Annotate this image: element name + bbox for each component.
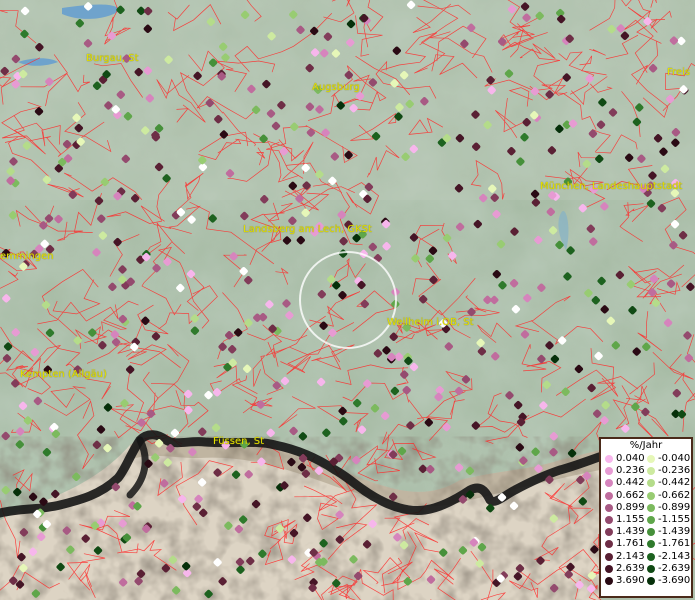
legend-row: 0.662 -0.662 (601, 490, 691, 502)
legend-swatch (605, 503, 613, 512)
legend-row: 3.690 -3.690 (601, 575, 691, 587)
legend-swatch (605, 576, 613, 585)
legend-swatch (605, 467, 613, 476)
legend-value: -1.439 (658, 526, 691, 538)
legend-swatch (605, 528, 613, 537)
legend-value: -1.155 (658, 513, 691, 525)
legend-swatch (605, 455, 613, 463)
legend-swatch (647, 564, 655, 573)
city-label-muenchen: München, Landeshauptstadt (540, 181, 683, 192)
legend-swatch (647, 528, 655, 537)
city-label-augsburg: Augsburg (312, 82, 360, 93)
legend-row: 0.236 -0.236 (601, 465, 691, 477)
legend-swatch (605, 540, 613, 549)
legend-swatch (605, 564, 613, 573)
legend-value: -1.761 (658, 538, 691, 550)
legend-swatch (647, 515, 655, 524)
city-label-burgau: Burgau, St (86, 53, 139, 64)
city-label-memmingen: emmingen (0, 251, 54, 262)
legend-swatch (647, 576, 655, 585)
legend-title: %/Jahr (629, 440, 663, 451)
legend-value: 0.662 (616, 489, 645, 501)
legend-value: -3.690 (658, 574, 691, 586)
legend-value: 0.236 (616, 465, 645, 477)
legend-row: 2.143 -2.143 (601, 551, 691, 563)
legend-swatch (647, 491, 655, 500)
legend-row: 1.761 -1.761 (601, 538, 691, 550)
legend-value: 2.639 (616, 562, 645, 574)
legend-row: 1.439 -1.439 (601, 526, 691, 538)
legend-swatch (647, 540, 655, 549)
legend-value: 3.690 (616, 574, 645, 586)
legend-value: 0.442 (616, 477, 645, 489)
legend-swatch (647, 503, 655, 512)
legend-value: -0.662 (658, 489, 691, 501)
city-label-weilheim: Weilheim i.OB, St (387, 317, 474, 328)
legend-value: -0.899 (658, 501, 691, 513)
legend-swatch (647, 467, 655, 476)
legend-rows: 0.040 -0.040 0.236 -0.236 0.442 -0.442 0.662 -0… (601, 453, 691, 587)
legend-swatch (647, 455, 655, 463)
legend-value: 0.899 (616, 501, 645, 513)
legend-row: 0.899 -0.899 (601, 502, 691, 514)
legend-swatch (647, 552, 655, 561)
legend-value: 2.143 (616, 550, 645, 562)
legend-row: 0.040 -0.040 (601, 453, 691, 465)
city-label-kempten: Kempten (Allgäu) (20, 369, 107, 380)
legend-swatch (605, 552, 613, 561)
legend-row: 1.155 -1.155 (601, 514, 691, 526)
legend-value: 1.761 (616, 538, 645, 550)
city-label-freising: Freis (667, 67, 691, 78)
legend-value: -0.236 (658, 465, 691, 477)
legend-row: 0.442 -0.442 (601, 477, 691, 489)
legend-value: -0.040 (658, 453, 691, 464)
legend-value: -2.143 (658, 550, 691, 562)
legend-value: -0.442 (658, 477, 691, 489)
legend-swatch (605, 515, 613, 524)
legend-value: -2.639 (658, 562, 691, 574)
legend-value: 1.439 (616, 526, 645, 538)
city-label-fuessen: Füssen, St (213, 436, 265, 447)
legend-value: 1.155 (616, 513, 645, 525)
legend: %/Jahr 0.040 -0.040 0.236 -0.236 0.442 -0.442… (599, 437, 693, 598)
city-label-landsberg: Landsberg am Lech, GKSt (243, 224, 372, 235)
legend-swatch (605, 479, 613, 488)
legend-swatch (605, 491, 613, 500)
legend-swatch (647, 479, 655, 488)
legend-value: 0.040 (616, 453, 645, 464)
legend-row: 2.639 -2.639 (601, 563, 691, 575)
